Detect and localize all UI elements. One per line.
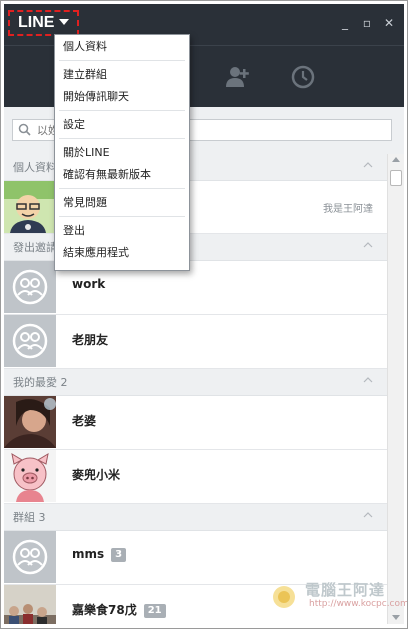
dropdown-caret-icon bbox=[59, 19, 70, 25]
section-label: 個人資料 bbox=[13, 161, 57, 174]
scroll-up-arrow-icon[interactable] bbox=[392, 157, 400, 162]
section-header-groups[interactable]: 群組 3 bbox=[4, 504, 387, 531]
site-watermark: 電腦王阿達 http://www.kocpc.com.tw bbox=[265, 579, 408, 615]
group-photo-avatar bbox=[4, 585, 56, 624]
contact-name: 老婆 bbox=[72, 414, 97, 428]
list-scrollbar[interactable] bbox=[387, 154, 404, 624]
watermark-url: http://www.kocpc.com.tw bbox=[309, 599, 408, 609]
group-name: 嘉樂食78戊 21 bbox=[72, 601, 166, 618]
menu-item-exit-app[interactable]: 結束應用程式 bbox=[63, 244, 129, 262]
collapse-chevron-icon bbox=[363, 512, 373, 518]
menu-divider bbox=[59, 216, 185, 217]
profile-status-message: 我是王阿達 bbox=[323, 204, 373, 215]
scroll-down-arrow-icon[interactable] bbox=[392, 615, 400, 620]
contact-name: 麥兜小米 bbox=[72, 468, 121, 482]
section-label: 發出邀請 bbox=[13, 241, 57, 254]
watermark-title: 電腦王阿達 bbox=[305, 581, 386, 599]
add-friend-icon[interactable] bbox=[224, 64, 250, 90]
minimize-button[interactable]: _ bbox=[338, 16, 352, 30]
profile-avatar bbox=[4, 181, 56, 233]
maximize-button[interactable]: ▫ bbox=[360, 16, 374, 30]
menu-item-logout[interactable]: 登出 bbox=[63, 222, 85, 240]
list-item[interactable]: 麥兜小米 bbox=[4, 450, 387, 504]
watermark-logo-icon bbox=[273, 586, 295, 608]
menu-item-settings[interactable]: 設定 bbox=[63, 116, 85, 134]
close-button[interactable]: ✕ bbox=[382, 16, 396, 30]
brand-label: LINE bbox=[18, 14, 55, 31]
group-name-text: mms bbox=[72, 547, 105, 561]
list-item[interactable]: 老婆 bbox=[4, 396, 387, 450]
menu-item-check-update[interactable]: 確認有無最新版本 bbox=[63, 166, 151, 184]
pig-cartoon-avatar bbox=[4, 450, 56, 502]
menu-divider bbox=[59, 188, 185, 189]
menu-item-start-chat[interactable]: 開始傳訊聊天 bbox=[63, 88, 129, 106]
collapse-chevron-icon bbox=[363, 242, 373, 248]
menu-divider bbox=[59, 60, 185, 61]
search-icon bbox=[18, 123, 31, 136]
collapse-chevron-icon bbox=[363, 377, 373, 383]
screenshot-frame: LINE _ ▫ ✕ 個人資料 bbox=[0, 0, 408, 629]
group-name-text: 嘉樂食78戊 bbox=[72, 603, 137, 617]
contact-photo-avatar bbox=[4, 396, 56, 448]
section-label: 我的最愛 2 bbox=[13, 376, 68, 389]
member-count-badge: 21 bbox=[143, 604, 166, 618]
history-clock-icon[interactable] bbox=[290, 64, 316, 90]
menu-item-faq[interactable]: 常見問題 bbox=[63, 194, 107, 212]
member-count-badge: 3 bbox=[111, 548, 127, 562]
menu-divider bbox=[59, 110, 185, 111]
menu-item-profile[interactable]: 個人資料 bbox=[63, 38, 107, 56]
menu-item-create-group[interactable]: 建立群組 bbox=[63, 66, 107, 84]
group-name: mms 3 bbox=[72, 547, 127, 562]
contact-name: work bbox=[72, 277, 106, 291]
default-group-avatar-icon bbox=[4, 315, 56, 367]
menu-item-about-line[interactable]: 關於LINE bbox=[63, 144, 110, 162]
collapse-chevron-icon bbox=[363, 162, 373, 168]
list-item[interactable]: mms 3 bbox=[4, 531, 387, 585]
list-item[interactable]: 老朋友 bbox=[4, 315, 387, 369]
line-app-window: LINE _ ▫ ✕ 個人資料 bbox=[4, 4, 404, 624]
line-menu-button[interactable]: LINE bbox=[8, 10, 79, 36]
section-header-favorites[interactable]: 我的最愛 2 bbox=[4, 369, 387, 396]
line-dropdown-menu: 個人資料 建立群組 開始傳訊聊天 設定 關於LINE 確認有無最新版本 常見問題… bbox=[54, 34, 190, 271]
contact-name: 老朋友 bbox=[72, 333, 109, 347]
default-group-avatar-icon bbox=[4, 261, 56, 313]
menu-divider bbox=[59, 138, 185, 139]
default-group-avatar-icon bbox=[4, 531, 56, 583]
section-label: 群組 3 bbox=[13, 511, 46, 524]
scroll-thumb[interactable] bbox=[390, 170, 402, 186]
